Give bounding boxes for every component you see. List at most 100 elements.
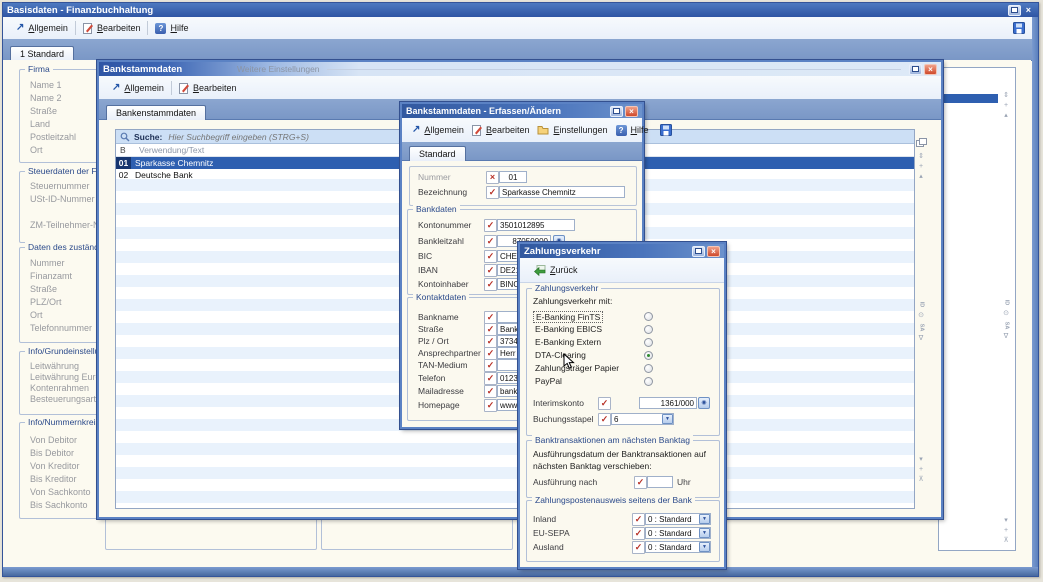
- inland-select[interactable]: 0 : Standard ▼: [645, 513, 711, 525]
- check-icon[interactable]: ✓: [484, 250, 497, 263]
- search-icon[interactable]: ⊙: [918, 311, 924, 321]
- add-icon[interactable]: +: [1004, 526, 1008, 536]
- check-icon[interactable]: ✓: [484, 235, 497, 248]
- tab-bankenstammdaten[interactable]: Bankenstammdaten: [106, 105, 206, 120]
- cross-icon[interactable]: ×: [486, 171, 499, 184]
- groupbox-firma: Firma Name 1 Name 2 Straße Land Postleit…: [19, 69, 101, 163]
- close-button[interactable]: ×: [625, 106, 638, 117]
- restore-button[interactable]: [1008, 5, 1021, 16]
- radio-e-banking-fints[interactable]: [644, 312, 653, 321]
- end-icon[interactable]: ⊼: [918, 475, 923, 485]
- menu-bearbeiten[interactable]: Bearbeiten: [172, 80, 244, 96]
- restore-button[interactable]: [692, 246, 705, 257]
- up-icon[interactable]: ▴: [1004, 111, 1008, 121]
- radio-paypal[interactable]: [644, 377, 653, 386]
- down-icon[interactable]: ▾: [919, 455, 923, 465]
- check-icon[interactable]: ✓: [632, 513, 645, 526]
- save-button[interactable]: [653, 122, 679, 138]
- check-icon[interactable]: ✓: [484, 278, 497, 291]
- column-b[interactable]: B: [116, 145, 135, 155]
- copy-icon: [916, 138, 926, 148]
- option-label[interactable]: DTA-Clearing: [533, 350, 588, 360]
- menu-einstellungen[interactable]: Einstellungen: [533, 123, 611, 137]
- eu-sepa-select[interactable]: 0 : Standard ▼: [645, 527, 711, 539]
- ausland-select[interactable]: 0 : Standard ▼: [645, 541, 711, 553]
- bezeichnung-input[interactable]: Sparkasse Chemnitz: [499, 186, 625, 198]
- menu-bearbeiten[interactable]: Bearbeiten: [468, 122, 534, 138]
- buchungsstapel-label: Buchungsstapel: [533, 414, 594, 424]
- option-label[interactable]: Zahlungsträger Papier: [533, 363, 621, 373]
- radio-zahlungstraeger-papier[interactable]: [644, 364, 653, 373]
- menu-allgemein[interactable]: ↗ Allgemein: [9, 21, 75, 35]
- check-icon[interactable]: ✓: [484, 359, 497, 372]
- check-icon[interactable]: ✓: [484, 264, 497, 277]
- buchungsstapel-select[interactable]: 6 ▼: [611, 413, 674, 425]
- copy-button[interactable]: [915, 138, 927, 148]
- tab-standard[interactable]: Standard: [409, 146, 466, 161]
- option-label[interactable]: E-Banking FinTS: [533, 311, 603, 323]
- sort-icon[interactable]: ⇕: [1003, 91, 1009, 101]
- dropdown-icon[interactable]: ▼: [662, 414, 673, 424]
- add-icon[interactable]: +: [1004, 101, 1008, 111]
- lookup-button[interactable]: ◉: [698, 397, 710, 409]
- kontonummer-input[interactable]: 3501012895: [497, 219, 575, 231]
- option-label[interactable]: E-Banking Extern: [533, 337, 603, 347]
- menu-allgemein[interactable]: ↗ Allgemein: [105, 81, 171, 95]
- back-button[interactable]: Zurück: [526, 263, 585, 278]
- nummer-input[interactable]: 01: [499, 171, 527, 183]
- interimskonto-input[interactable]: 1361/000: [639, 397, 697, 409]
- filter-icon[interactable]: ∇: [1004, 332, 1009, 342]
- restore-button[interactable]: [909, 64, 922, 75]
- radio-e-banking-ebics[interactable]: [644, 325, 653, 334]
- menu-bearbeiten[interactable]: Bearbeiten: [76, 20, 148, 36]
- end-icon[interactable]: ⊼: [1003, 536, 1008, 546]
- option-label[interactable]: E-Banking EBICS: [533, 324, 604, 334]
- radio-dta-clearing[interactable]: [644, 351, 653, 360]
- close-button[interactable]: ×: [924, 64, 937, 75]
- dropdown-icon[interactable]: ▼: [699, 542, 710, 552]
- check-icon[interactable]: ✓: [634, 476, 647, 489]
- groupbox-postenausweis: Zahlungspostenausweis seitens der Bank I…: [526, 500, 720, 562]
- sort-icon[interactable]: ⇕: [918, 152, 924, 162]
- check-icon[interactable]: ✓: [484, 219, 497, 232]
- field-label: Postleitzahl: [20, 132, 100, 145]
- check-icon[interactable]: ✓: [598, 413, 611, 426]
- down-icon[interactable]: ▾: [1004, 516, 1008, 526]
- banktag-text-line1: Ausführungsdatum der Banktransaktionen a…: [533, 449, 706, 459]
- add-icon[interactable]: +: [919, 162, 923, 172]
- search-icon[interactable]: ⊙: [1003, 309, 1009, 319]
- tab-1-standard[interactable]: 1 Standard: [10, 46, 74, 61]
- check-icon[interactable]: ✓: [632, 541, 645, 554]
- groupbox-grundeinstellungen: Info/Grundeinstellungen Leitwährung Leit…: [19, 351, 101, 415]
- check-icon[interactable]: ✓: [484, 372, 497, 385]
- filter-icon[interactable]: ∇: [919, 334, 924, 344]
- check-icon[interactable]: ✓: [598, 397, 611, 410]
- up-icon[interactable]: ▴: [919, 172, 923, 182]
- restore-button[interactable]: [610, 106, 623, 117]
- close-button[interactable]: ×: [707, 246, 720, 257]
- option-label[interactable]: PayPal: [533, 376, 564, 386]
- ausfuehrung-input[interactable]: [647, 476, 673, 488]
- weitere-einstellungen-label: Weitere Einstellungen: [237, 64, 320, 74]
- dropdown-icon[interactable]: ▼: [699, 528, 710, 538]
- menu-hilfe[interactable]: ? Hilfe: [612, 123, 653, 138]
- menu-allgemein[interactable]: ↗ Allgemein: [408, 123, 468, 137]
- main-menubar: ↗ Allgemein Bearbeiten ? Hilfe: [3, 17, 1038, 40]
- radio-e-banking-extern[interactable]: [644, 338, 653, 347]
- sa-icon[interactable]: SA: [999, 322, 1012, 330]
- menu-hilfe[interactable]: ? Hilfe: [148, 21, 195, 36]
- check-icon[interactable]: ✓: [486, 186, 499, 199]
- id-icon[interactable]: ID: [1000, 300, 1013, 306]
- field-label: Steuernummer: [20, 181, 100, 194]
- id-icon[interactable]: ID: [915, 302, 928, 308]
- check-icon[interactable]: ✓: [484, 385, 497, 398]
- sa-icon[interactable]: SA: [914, 324, 927, 332]
- dropdown-icon[interactable]: ▼: [699, 514, 710, 524]
- selected-row[interactable]: [940, 94, 998, 103]
- column-verwendung-text[interactable]: Verwendung/Text: [135, 145, 204, 155]
- check-icon[interactable]: ✓: [632, 527, 645, 540]
- add-icon[interactable]: +: [919, 465, 923, 475]
- check-icon[interactable]: ✓: [484, 399, 497, 412]
- close-button[interactable]: ×: [1023, 5, 1034, 15]
- save-button[interactable]: [1006, 20, 1032, 36]
